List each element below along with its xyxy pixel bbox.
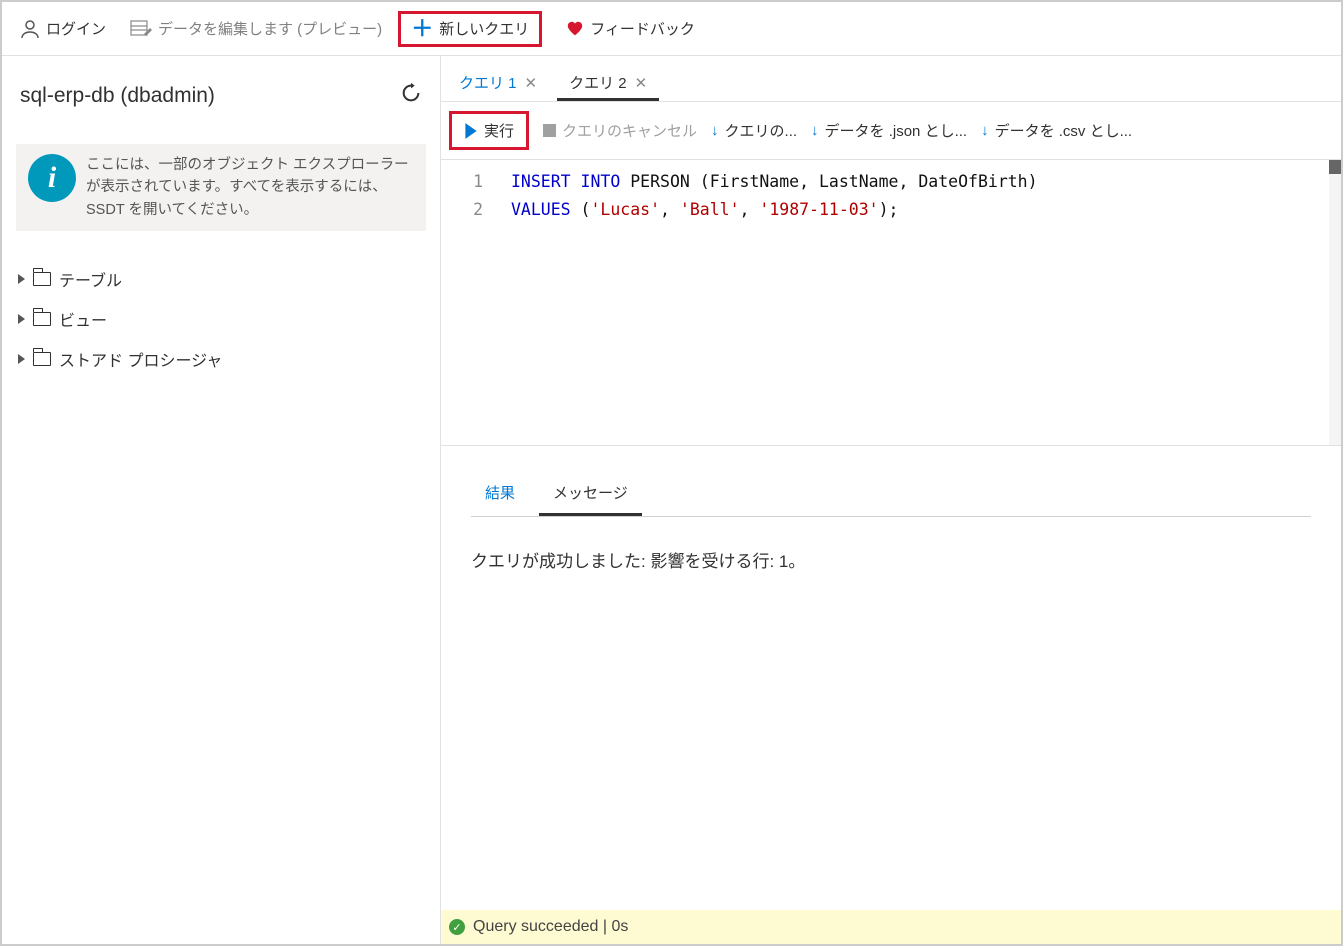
plus-icon: ＋ bbox=[411, 18, 433, 40]
table-edit-icon bbox=[130, 20, 152, 38]
cancel-query-button[interactable]: クエリのキャンセル bbox=[543, 120, 697, 141]
info-banner: i ここには、一部のオブジェクト エクスプローラーが表示されています。すべてを表… bbox=[16, 144, 426, 231]
cancel-label: クエリのキャンセル bbox=[562, 120, 697, 141]
play-icon bbox=[464, 122, 478, 140]
login-label: ログイン bbox=[46, 18, 106, 39]
download-icon: ↓ bbox=[811, 122, 819, 139]
export-csv-button[interactable]: ↓ データを .csv とし... bbox=[981, 120, 1132, 141]
caret-icon bbox=[18, 274, 25, 284]
sql-editor[interactable]: 1 INSERT INTO PERSON (FirstName, LastNam… bbox=[441, 160, 1341, 446]
top-toolbar: ログイン データを編集します (プレビュー) ＋ 新しいクエリ フィードバック bbox=[2, 2, 1341, 56]
tree-node-views[interactable]: ビュー bbox=[18, 299, 424, 339]
folder-icon bbox=[33, 312, 51, 326]
sidebar: sql-erp-db (dbadmin) i ここには、一部のオブジェクト エク… bbox=[2, 56, 440, 944]
query-toolbar: 実行 クエリのキャンセル ↓ クエリの... ↓ データを .json とし..… bbox=[441, 102, 1341, 160]
caret-icon bbox=[18, 314, 25, 324]
body-area: sql-erp-db (dbadmin) i ここには、一部のオブジェクト エク… bbox=[2, 56, 1341, 944]
close-icon[interactable]: ✕ bbox=[635, 74, 648, 92]
save-query-label: クエリの... bbox=[725, 120, 798, 141]
tree-label-procs: ストアド プロシージャ bbox=[59, 347, 222, 371]
refresh-button[interactable] bbox=[400, 82, 422, 110]
new-query-label: 新しいクエリ bbox=[439, 18, 529, 39]
tab-query-1[interactable]: クエリ 1 ✕ bbox=[447, 62, 549, 101]
close-icon[interactable]: ✕ bbox=[525, 74, 538, 92]
code-line-1[interactable]: INSERT INTO PERSON (FirstName, LastName,… bbox=[501, 168, 1038, 196]
save-query-button[interactable]: ↓ クエリの... bbox=[711, 120, 797, 141]
object-tree: テーブル ビュー ストアド プロシージャ bbox=[2, 249, 440, 389]
export-json-button[interactable]: ↓ データを .json とし... bbox=[811, 120, 967, 141]
info-icon: i bbox=[28, 154, 76, 202]
tab-label: クエリ 2 bbox=[569, 72, 627, 93]
tab-messages[interactable]: メッセージ bbox=[539, 472, 642, 516]
line-number: 2 bbox=[441, 196, 501, 224]
app-frame: ログイン データを編集します (プレビュー) ＋ 新しいクエリ フィードバック … bbox=[0, 0, 1343, 946]
main-pane: クエリ 1 ✕ クエリ 2 ✕ 実行 クエリのキャンセル ↓ bbox=[440, 56, 1341, 944]
tree-node-tables[interactable]: テーブル bbox=[18, 259, 424, 299]
sidebar-header: sql-erp-db (dbadmin) bbox=[2, 56, 440, 120]
tree-label-views: ビュー bbox=[59, 307, 107, 331]
status-text: Query succeeded | 0s bbox=[473, 918, 628, 936]
result-tabs-wrap: 結果 メッセージ bbox=[441, 446, 1341, 517]
new-query-button[interactable]: ＋ 新しいクエリ bbox=[398, 11, 542, 47]
editor-scrollbar[interactable] bbox=[1329, 160, 1341, 445]
export-csv-label: データを .csv とし... bbox=[995, 120, 1133, 141]
folder-icon bbox=[33, 352, 51, 366]
line-number: 1 bbox=[441, 168, 501, 196]
login-button[interactable]: ログイン bbox=[12, 14, 114, 43]
caret-icon bbox=[18, 354, 25, 364]
info-text: ここには、一部のオブジェクト エクスプローラーが表示されています。すべてを表示す… bbox=[86, 154, 414, 221]
tree-label-tables: テーブル bbox=[59, 267, 122, 291]
download-icon: ↓ bbox=[981, 122, 989, 139]
success-icon: ✓ bbox=[449, 919, 465, 935]
tab-query-2[interactable]: クエリ 2 ✕ bbox=[557, 62, 659, 101]
run-label: 実行 bbox=[484, 120, 514, 141]
download-icon: ↓ bbox=[711, 122, 719, 139]
results-pane: 結果 メッセージ クエリが成功しました: 影響を受ける行: 1。 ✓ Query… bbox=[441, 446, 1341, 944]
refresh-icon bbox=[400, 82, 422, 104]
edit-data-button[interactable]: データを編集します (プレビュー) bbox=[122, 14, 390, 43]
run-button[interactable]: 実行 bbox=[449, 111, 529, 150]
db-title: sql-erp-db (dbadmin) bbox=[20, 84, 215, 108]
message-output: クエリが成功しました: 影響を受ける行: 1。 bbox=[441, 517, 1341, 910]
code-line-2[interactable]: VALUES ('Lucas', 'Ball', '1987-11-03'); bbox=[501, 196, 898, 224]
person-icon bbox=[20, 19, 40, 39]
stop-icon bbox=[543, 124, 556, 137]
query-tabs: クエリ 1 ✕ クエリ 2 ✕ bbox=[441, 56, 1341, 102]
tree-node-procs[interactable]: ストアド プロシージャ bbox=[18, 339, 424, 379]
status-bar: ✓ Query succeeded | 0s bbox=[441, 910, 1341, 944]
export-json-label: データを .json とし... bbox=[825, 120, 968, 141]
tab-results[interactable]: 結果 bbox=[471, 472, 529, 516]
folder-icon bbox=[33, 272, 51, 286]
edit-data-label: データを編集します (プレビュー) bbox=[158, 18, 382, 39]
feedback-label: フィードバック bbox=[590, 18, 695, 39]
heart-icon bbox=[566, 20, 584, 38]
scrollbar-thumb[interactable] bbox=[1329, 160, 1341, 174]
tab-label: クエリ 1 bbox=[459, 72, 517, 93]
feedback-button[interactable]: フィードバック bbox=[558, 14, 703, 43]
